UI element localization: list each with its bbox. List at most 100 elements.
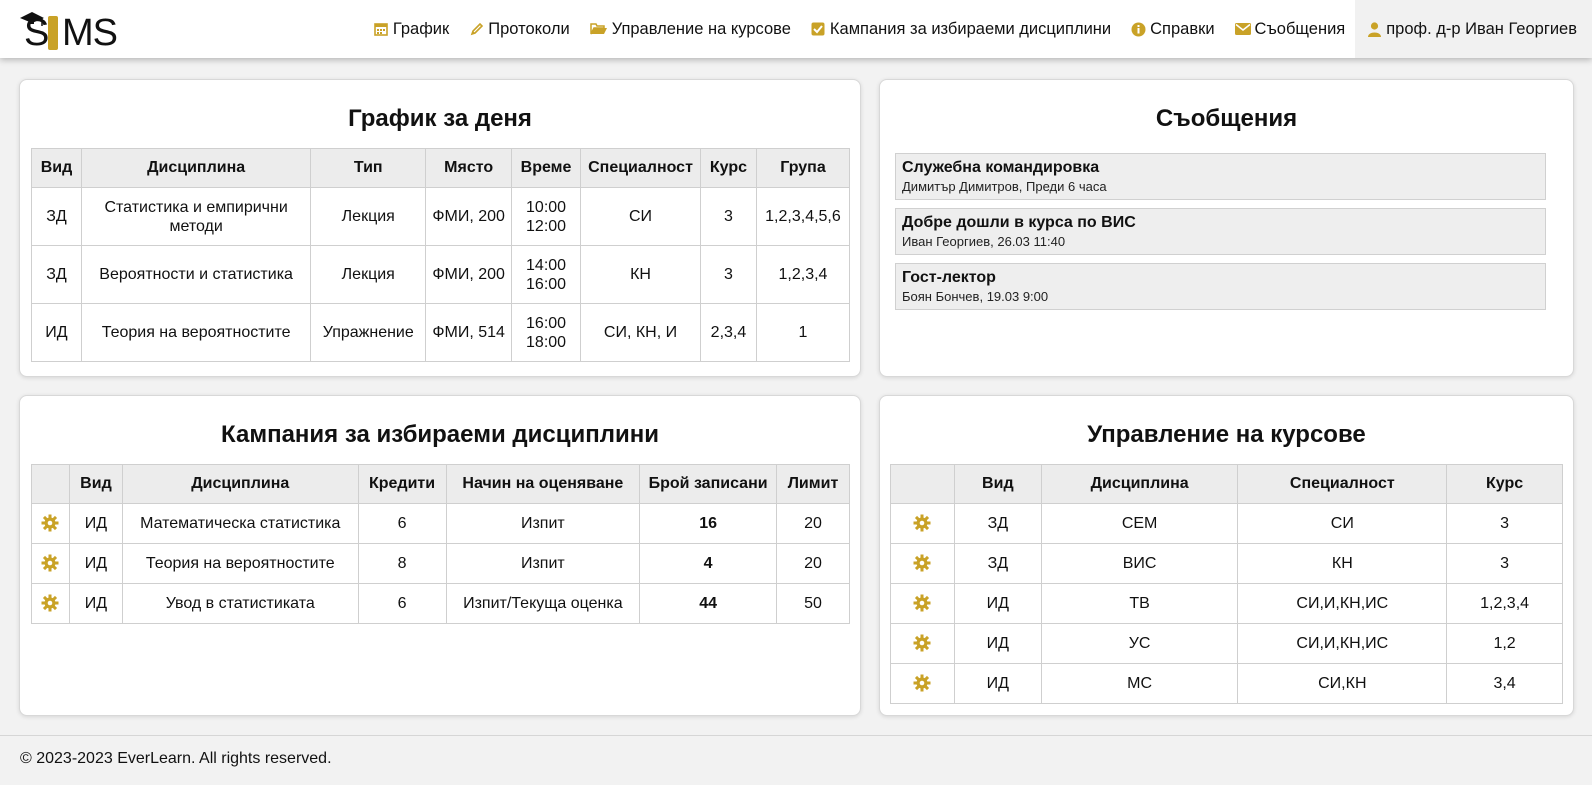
gear-icon[interactable] (913, 674, 931, 692)
envelope-icon (1234, 22, 1251, 37)
table-row[interactable]: ЗД Статистика и емпирични методи Лекция … (31, 187, 851, 246)
column-header[interactable]: Курс (700, 148, 757, 188)
gear-icon[interactable] (913, 634, 931, 652)
message-meta: Боян Бончев, 19.03 9:00 (902, 289, 1049, 304)
cell-place: ФМИ, 200 (425, 245, 513, 304)
cell-discipline: ТВ (1040, 583, 1239, 624)
cell-credits: 8 (357, 543, 447, 584)
cell-limit: 20 (776, 543, 850, 584)
message-item[interactable]: Добре дошли в курса по ВИС Иван Георгиев… (895, 208, 1546, 255)
message-time: 26.03 11:40 (997, 234, 1066, 249)
cell-discipline: Увод в статистиката (121, 583, 359, 624)
cell-settings[interactable] (890, 583, 955, 624)
nav-user-profile[interactable]: проф. д-р Иван Георгиев (1355, 0, 1592, 58)
cell-settings[interactable] (890, 663, 955, 704)
nav-messages[interactable]: Съобщения (1225, 0, 1356, 58)
column-header[interactable]: Специалност (1237, 464, 1448, 504)
campaign-header-row: Вид Дисциплина Кредити Начин на оценяван… (31, 464, 850, 504)
nav-reports[interactable]: Справки (1121, 0, 1224, 58)
cell-course: 3 (700, 187, 757, 246)
cell-discipline: Математическа статистика (121, 503, 359, 544)
cell-grading: Изпит/Текуща оценка (445, 583, 641, 624)
cell-settings[interactable] (890, 623, 955, 664)
gear-icon[interactable] (913, 594, 931, 612)
cell-kind: ИД (953, 583, 1042, 624)
column-header[interactable]: Вид (31, 148, 82, 188)
nav-schedule[interactable]: График (364, 0, 459, 58)
elective-campaign-card: Кампания за избираеми дисциплини Вид Дис… (19, 395, 861, 716)
table-row[interactable]: ИД Увод в статистиката 6 Изпит/Текуща оц… (31, 583, 850, 624)
message-item[interactable]: Служебна командировка Димитър Димитров, … (895, 153, 1546, 200)
message-time: Преди 6 часа (1026, 179, 1107, 194)
cell-settings[interactable] (31, 503, 70, 544)
table-row[interactable]: ЗД СЕМ СИ 3 (890, 503, 1563, 544)
campaign-table: Вид Дисциплина Кредити Начин на оценяван… (31, 464, 850, 624)
column-header[interactable]: Начин на оценяване (445, 464, 641, 504)
column-header (31, 464, 70, 504)
column-header[interactable]: Вид (953, 464, 1042, 504)
column-header[interactable]: Лимит (776, 464, 850, 504)
cell-discipline: Теория на вероятностите (121, 543, 359, 584)
table-row[interactable]: ЗД Вероятности и статистика Лекция ФМИ, … (31, 245, 851, 304)
messages-title: Съобщения (1155, 105, 1298, 132)
cell-course: 3 (1446, 503, 1563, 544)
gear-icon[interactable] (41, 594, 59, 612)
cell-course: 3 (1446, 543, 1563, 584)
nav-protocols[interactable]: Протоколи (459, 0, 579, 58)
column-header[interactable]: Специалност (580, 148, 701, 188)
cell-kind: ИД (68, 583, 123, 624)
gear-icon[interactable] (913, 514, 931, 532)
nav-schedule-label: График (392, 19, 450, 38)
cell-specialty: СИ,И,КН,ИС (1237, 583, 1448, 624)
cell-group: 1,2,3,4,5,6 (755, 187, 851, 246)
table-row[interactable]: ИД Теория на вероятностите Упражнение ФМ… (31, 303, 851, 362)
cell-time: 14:00 16:00 (511, 245, 582, 304)
cell-course: 3,4 (1446, 663, 1563, 704)
gear-icon[interactable] (41, 514, 59, 532)
column-header[interactable]: Време (511, 148, 582, 188)
course-management-card: Управление на курсове Вид Дисциплина Спе… (879, 395, 1574, 716)
nav-messages-label: Съобщения (1254, 19, 1346, 38)
nav-protocols-label: Протоколи (488, 19, 570, 38)
column-header[interactable]: Кредити (357, 464, 447, 504)
cell-specialty: КН (1237, 543, 1448, 584)
column-header[interactable]: Тип (310, 148, 427, 188)
cell-settings[interactable] (31, 583, 70, 624)
column-header[interactable]: Дисциплина (80, 148, 312, 188)
column-header[interactable]: Място (425, 148, 513, 188)
column-header[interactable]: Дисциплина (121, 464, 359, 504)
table-row[interactable]: ЗД ВИС КН 3 (890, 543, 1563, 584)
column-header[interactable]: Вид (68, 464, 123, 504)
cell-settings[interactable] (31, 543, 70, 584)
column-header[interactable]: Курс (1446, 464, 1563, 504)
column-header[interactable]: Брой записани (639, 464, 777, 504)
logo-scroll-icon (48, 16, 58, 50)
message-item[interactable]: Гост-лектор Боян Бончев, 19.03 9:00 (895, 263, 1546, 310)
schedule-header-row: Вид Дисциплина Тип Място Време Специално… (31, 148, 851, 188)
nav-menu: График Протоколи Управление на курсове К… (364, 0, 1592, 58)
gear-icon[interactable] (913, 554, 931, 572)
column-header[interactable]: Дисциплина (1040, 464, 1239, 504)
cell-limit: 20 (776, 503, 850, 544)
cell-kind: ЗД (31, 245, 82, 304)
message-title: Служебна командировка (902, 159, 1100, 176)
table-row[interactable]: ИД ТВ СИ,И,КН,ИС 1,2,3,4 (890, 583, 1563, 624)
column-header[interactable]: Група (755, 148, 851, 188)
table-row[interactable]: ИД Теория на вероятностите 8 Изпит 4 20 (31, 543, 850, 584)
table-row[interactable]: ИД УС СИ,И,КН,ИС 1,2 (890, 623, 1563, 664)
table-row[interactable]: ИД МС СИ,КН 3,4 (890, 663, 1563, 704)
time-end: 16:00 (526, 275, 567, 293)
app-logo[interactable]: S MS (18, 6, 118, 52)
cell-settings[interactable] (890, 503, 955, 544)
gear-icon[interactable] (41, 554, 59, 572)
cell-course: 2,3,4 (700, 303, 757, 362)
nav-course-management-label: Управление на курсове (611, 19, 791, 38)
pencil-icon (469, 22, 484, 37)
cell-settings[interactable] (890, 543, 955, 584)
table-row[interactable]: ИД Математическа статистика 6 Изпит 16 2… (31, 503, 850, 544)
nav-course-management[interactable]: Управление на курсове (580, 0, 801, 58)
nav-elective-campaign[interactable]: Кампания за избираеми дисциплини (801, 0, 1121, 58)
cell-kind: ИД (68, 503, 123, 544)
calendar-icon (374, 22, 389, 37)
schedule-table: Вид Дисциплина Тип Място Време Специално… (31, 148, 851, 362)
